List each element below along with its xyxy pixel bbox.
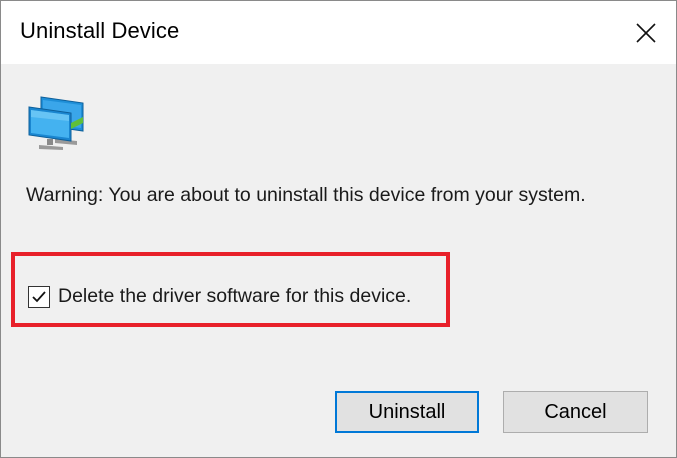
cancel-button[interactable]: Cancel	[503, 391, 648, 433]
uninstall-button[interactable]: Uninstall	[335, 391, 479, 433]
delete-driver-checkbox-row[interactable]: Delete the driver software for this devi…	[28, 285, 411, 308]
delete-driver-checkbox[interactable]	[28, 285, 50, 308]
delete-driver-checkbox-label[interactable]: Delete the driver software for this devi…	[58, 285, 411, 308]
warning-message: Warning: You are about to uninstall this…	[26, 184, 586, 206]
network-adapter-icon	[28, 96, 84, 150]
uninstall-device-dialog: Uninstall Device Warning: You are about …	[0, 0, 677, 458]
checkmark-icon	[32, 290, 46, 302]
close-icon	[636, 22, 656, 43]
dialog-title: Uninstall Device	[20, 18, 180, 43]
title-bar[interactable]: Uninstall Device	[1, 1, 676, 64]
close-button[interactable]	[616, 1, 676, 64]
